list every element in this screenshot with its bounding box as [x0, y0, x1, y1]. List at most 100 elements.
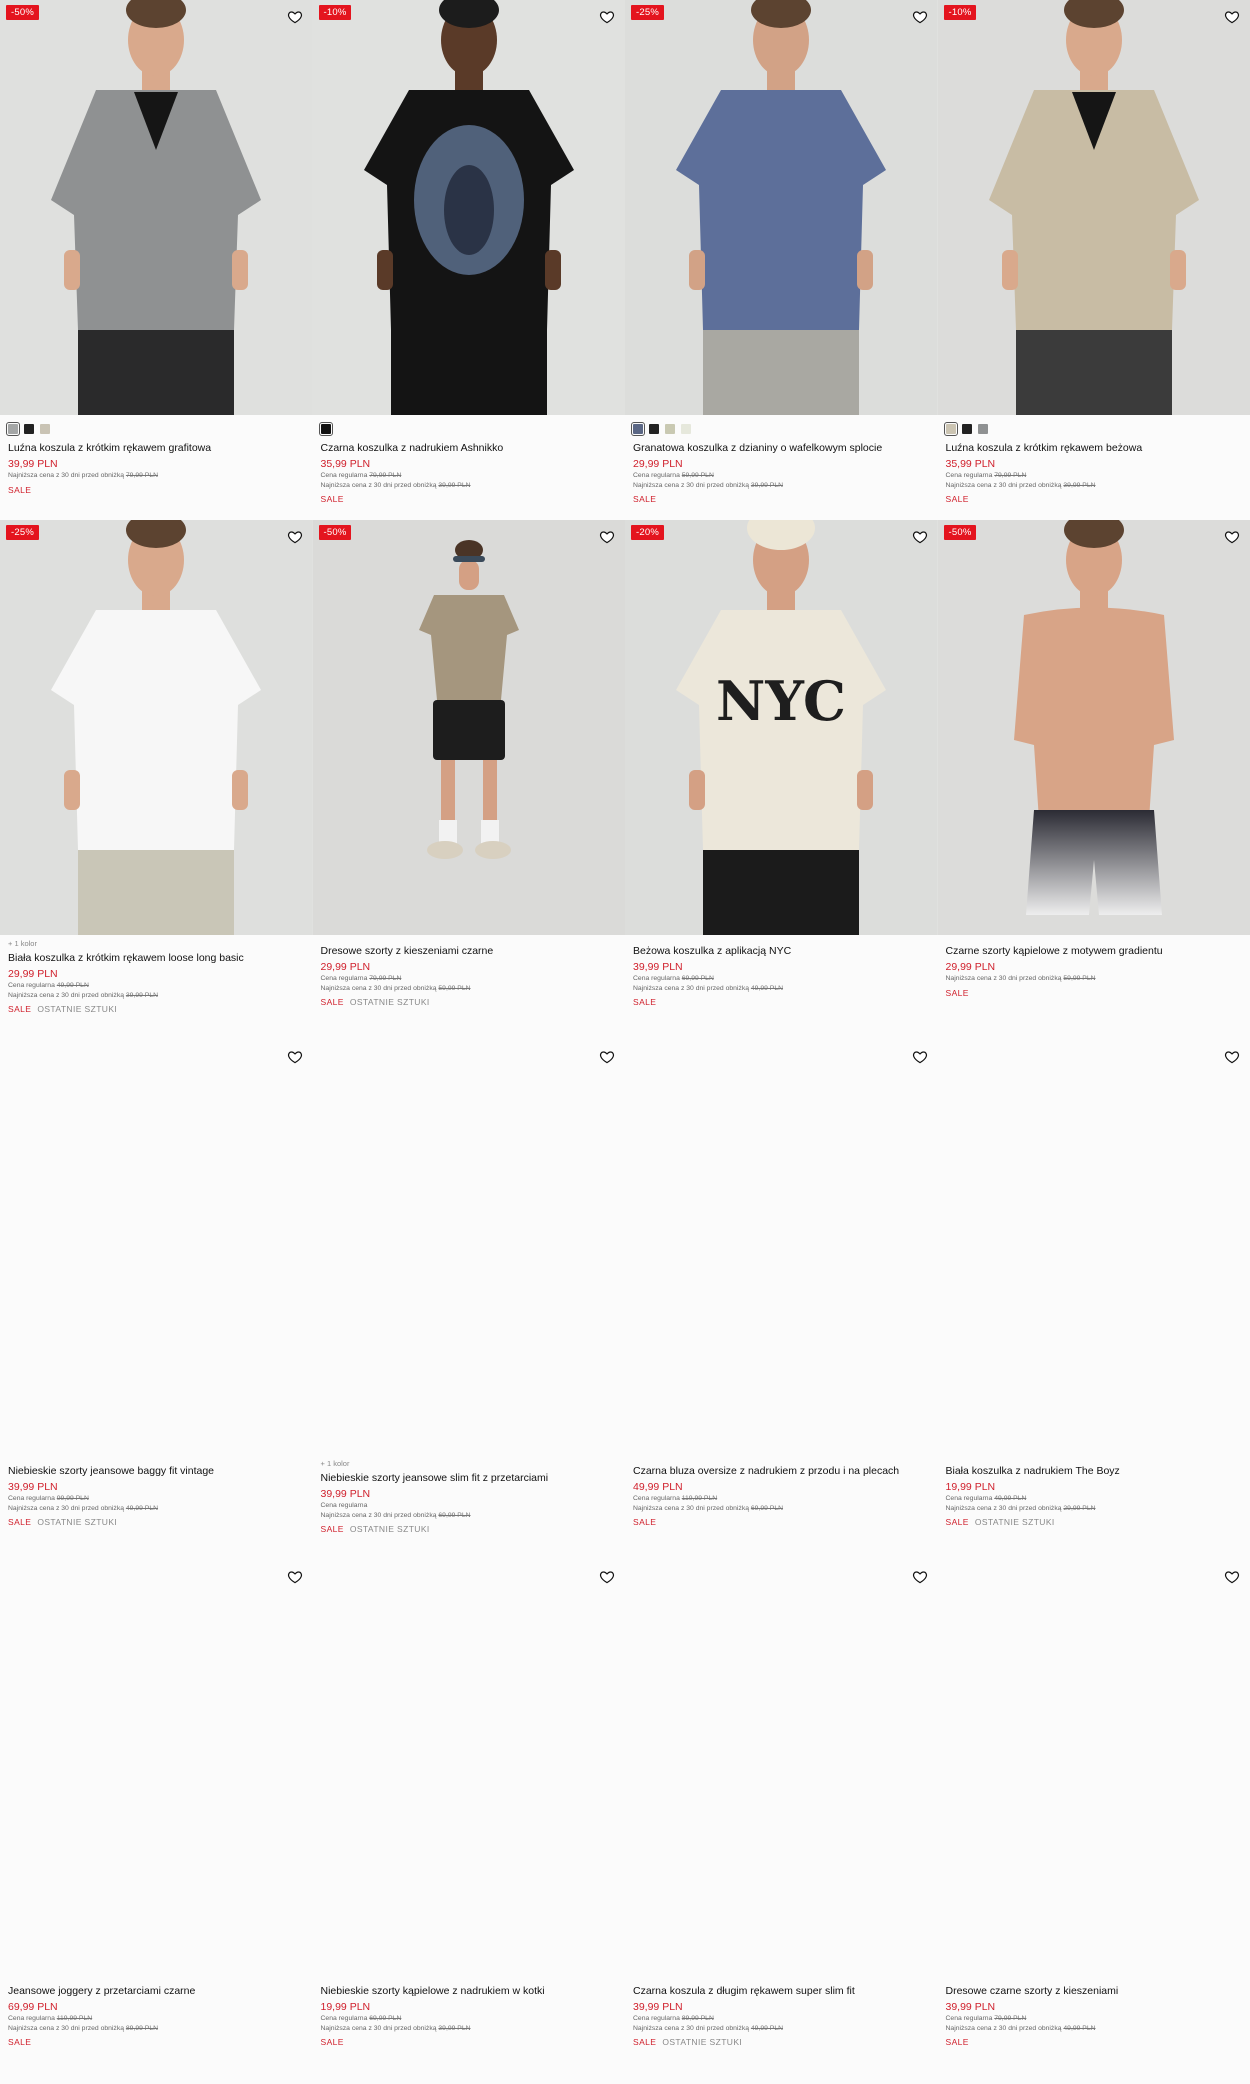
color-swatch[interactable] [318, 422, 333, 436]
color-swatch[interactable] [40, 424, 50, 434]
heart-icon[interactable] [912, 529, 928, 545]
product-name[interactable]: Niebieskie szorty jeansowe baggy fit vin… [8, 1464, 305, 1478]
lowest-price-label: Najniższa cena z 30 dni przed obniżką [320, 481, 437, 489]
product-card[interactable]: -25% + 1 kolor Biała koszulka z krótkim … [0, 520, 313, 1040]
heart-icon[interactable] [287, 529, 303, 545]
product-image[interactable]: -10% [312, 0, 625, 415]
more-colors-label[interactable]: + 1 kolor [321, 1459, 618, 1469]
product-card[interactable]: + 1 kolor Niebieskie szorty jeansowe sli… [312, 1040, 626, 1560]
product-info: + 1 kolor Niebieskie szorty jeansowe sli… [313, 1455, 626, 1535]
product-card[interactable]: Niebieskie szorty kąpielowe z nadrukiem … [312, 1560, 625, 2080]
product-image[interactable]: -50% [312, 520, 625, 935]
sale-tag: SALE [8, 484, 32, 495]
lowest-price-value: 89,99 PLN [125, 2024, 159, 2032]
heart-icon[interactable] [912, 9, 928, 25]
heart-icon[interactable] [1224, 1049, 1240, 1065]
lowest-price-label: Najniższa cena z 30 dni przed obniżką [320, 984, 437, 992]
product-card[interactable]: -25% Granatowa koszulka z dzianiny o waf… [625, 0, 938, 520]
heart-icon[interactable] [599, 529, 615, 545]
heart-icon[interactable] [287, 1569, 303, 1585]
product-name[interactable]: Biała koszulka z nadrukiem The Boyz [946, 1464, 1243, 1478]
regular-price-value: 79,99 PLN [369, 975, 402, 982]
product-image[interactable]: NYC -20% [625, 520, 938, 935]
color-swatch[interactable] [961, 424, 972, 434]
product-name[interactable]: Niebieskie szorty jeansowe slim fit z pr… [321, 1471, 618, 1485]
product-name[interactable]: Czarna koszulka z nadrukiem Ashnikko [321, 441, 618, 455]
heart-icon[interactable] [287, 1049, 303, 1065]
product-card[interactable]: Niebieskie szorty jeansowe baggy fit vin… [0, 1040, 313, 1560]
color-swatch[interactable] [24, 424, 34, 434]
heart-icon[interactable] [912, 1569, 928, 1585]
color-swatch[interactable] [649, 424, 659, 434]
color-swatch[interactable] [6, 422, 20, 436]
product-image[interactable]: -25% [625, 0, 938, 415]
product-name[interactable]: Granatowa koszulka z dzianiny o wafelkow… [633, 441, 930, 455]
product-tags: SALE [633, 1516, 930, 1528]
product-image[interactable] [937, 1040, 1250, 1455]
product-image[interactable] [0, 1560, 313, 1975]
product-image[interactable] [0, 1040, 313, 1455]
product-name[interactable]: Niebieskie szorty kąpielowe z nadrukiem … [321, 1984, 618, 1998]
product-tags: SALE OSTATNIE SZTUKI [8, 1516, 305, 1528]
product-card[interactable]: Czarna bluza oversize z nadrukiem z przo… [625, 1040, 938, 1560]
lowest-price-line: Najniższa cena z 30 dni przed obniżką 69… [321, 1511, 618, 1521]
sale-tag: SALE [8, 1004, 32, 1014]
product-card[interactable]: -50% Czarne szorty kąpielowe z motywem g… [937, 520, 1250, 1040]
model-photo: NYC [625, 520, 937, 935]
product-image[interactable]: -10% [937, 0, 1250, 415]
product-card[interactable]: Biała koszulka z nadrukiem The Boyz 19,9… [937, 1040, 1250, 1560]
product-name[interactable]: Luźna koszula z krótkim rękawem beżowa [946, 441, 1243, 455]
product-name[interactable]: Beżowa koszulka z aplikacją NYC [633, 944, 930, 958]
color-swatch[interactable] [631, 422, 645, 436]
product-name[interactable]: Luźna koszula z krótkim rękawem grafitow… [8, 441, 305, 455]
product-info: Czarne szorty kąpielowe z motywem gradie… [938, 935, 1250, 999]
product-image[interactable] [625, 1560, 938, 1975]
product-image[interactable]: -50% [0, 0, 313, 415]
product-image[interactable] [312, 1040, 625, 1455]
heart-icon[interactable] [1224, 9, 1240, 25]
product-tags: SALE [8, 484, 305, 496]
heart-icon[interactable] [1224, 529, 1240, 545]
product-card[interactable]: -10% Luźna koszula z krótkim rękawem beż… [937, 0, 1250, 520]
color-swatch[interactable] [665, 424, 675, 434]
product-card[interactable]: NYC -20% Beżowa koszulka z aplikacją NYC… [625, 520, 938, 1040]
lowest-price-label: Najniższa cena z 30 dni przed obniżką [320, 2024, 437, 2032]
heart-icon[interactable] [599, 1049, 615, 1065]
product-card[interactable]: -50% Dresowe szorty z kieszeniami czarne… [312, 520, 625, 1040]
model-photo [312, 0, 625, 415]
heart-icon[interactable] [599, 1569, 615, 1585]
product-card[interactable]: -10% Czarna koszulka z nadrukiem Ashnikk… [312, 0, 625, 520]
product-image[interactable] [937, 1560, 1250, 1975]
product-image[interactable]: -25% [0, 520, 313, 935]
product-name[interactable]: Biała koszulka z krótkim rękawem loose l… [8, 951, 305, 965]
more-colors-label[interactable]: + 1 kolor [8, 939, 305, 949]
lowest-price-line: Najniższa cena z 30 dni przed obniżką 39… [633, 481, 930, 491]
product-name[interactable]: Czarna koszula z długim rękawem super sl… [633, 1984, 930, 1998]
color-swatch[interactable] [977, 424, 988, 434]
product-card[interactable]: -50% Luźna koszula z krótkim rękawem gra… [0, 0, 313, 520]
product-tags: SALE OSTATNIE SZTUKI [321, 1523, 618, 1535]
lowest-price-line: Najniższa cena z 30 dni przed obniżką 39… [8, 991, 305, 1001]
product-name[interactable]: Czarne szorty kąpielowe z motywem gradie… [946, 944, 1243, 958]
lowest-price-value: 39,99 PLN [1063, 481, 1096, 489]
color-swatches [943, 422, 1243, 436]
heart-icon[interactable] [1224, 1569, 1240, 1585]
color-swatch[interactable] [681, 424, 691, 434]
product-image[interactable] [625, 1040, 938, 1455]
product-card[interactable]: Dresowe czarne szorty z kieszeniami 39,9… [937, 1560, 1250, 2080]
heart-icon[interactable] [912, 1049, 928, 1065]
color-swatch[interactable] [943, 422, 958, 436]
product-price: 39,99 PLN [320, 1488, 371, 1500]
heart-icon[interactable] [287, 9, 303, 25]
product-card[interactable]: Czarna koszula z długim rękawem super sl… [625, 1560, 938, 2080]
product-name[interactable]: Jeansowe joggery z przetarciami czarne [8, 1984, 305, 1998]
product-name[interactable]: Dresowe szorty z kieszeniami czarne [321, 944, 618, 958]
product-image[interactable] [312, 1560, 625, 1975]
heart-icon[interactable] [599, 9, 615, 25]
regular-price-label: Cena regularna [945, 1495, 993, 1502]
product-card[interactable]: Jeansowe joggery z przetarciami czarne 6… [0, 1560, 313, 2080]
product-name[interactable]: Dresowe czarne szorty z kieszeniami [946, 1984, 1243, 1998]
product-image[interactable]: -50% [937, 520, 1250, 935]
regular-price-label: Cena regularna [945, 2015, 993, 2022]
product-name[interactable]: Czarna bluza oversize z nadrukiem z przo… [633, 1464, 930, 1478]
